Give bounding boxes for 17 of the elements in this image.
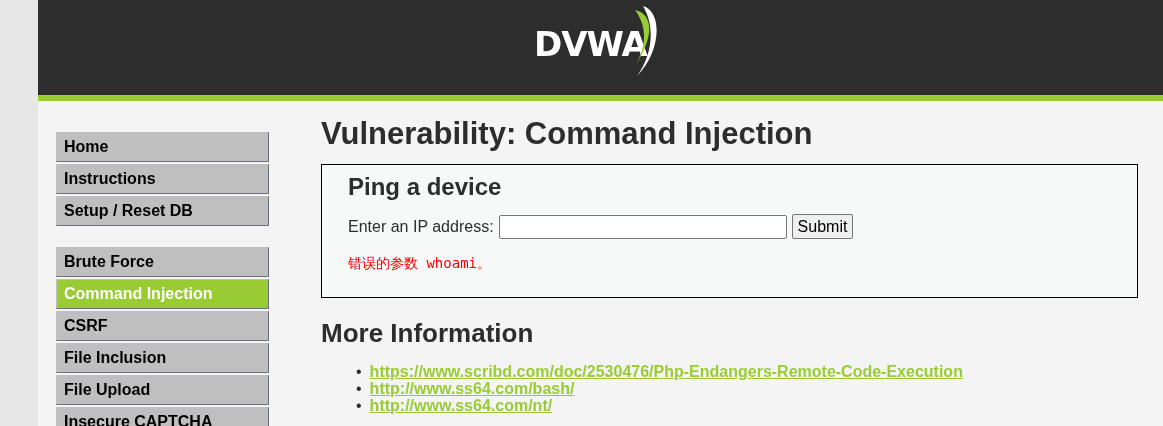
menu-item[interactable]: Instructions	[56, 164, 269, 194]
bullet: •	[356, 397, 362, 414]
page-title: Vulnerability: Command Injection	[321, 116, 814, 152]
bullet: •	[356, 363, 362, 380]
menu-item[interactable]: CSRF	[56, 311, 269, 341]
menu-item[interactable]: File Upload	[56, 375, 269, 405]
menu-item[interactable]: File Inclusion	[56, 343, 269, 373]
section-heading: More Information	[321, 318, 535, 349]
submit-button[interactable]: Submit	[791, 214, 854, 239]
field-label: Enter an IP address:	[348, 217, 494, 236]
bullet: •	[356, 380, 362, 397]
ip-address-field[interactable]	[498, 214, 787, 239]
error-message: 错误的参数 whoami。	[348, 255, 492, 273]
menu-item[interactable]: Brute Force	[56, 247, 269, 277]
menu-item[interactable]: Setup / Reset DB	[56, 196, 269, 226]
menu-item[interactable]: Home	[56, 132, 269, 162]
form-heading: Ping a device	[348, 173, 503, 201]
